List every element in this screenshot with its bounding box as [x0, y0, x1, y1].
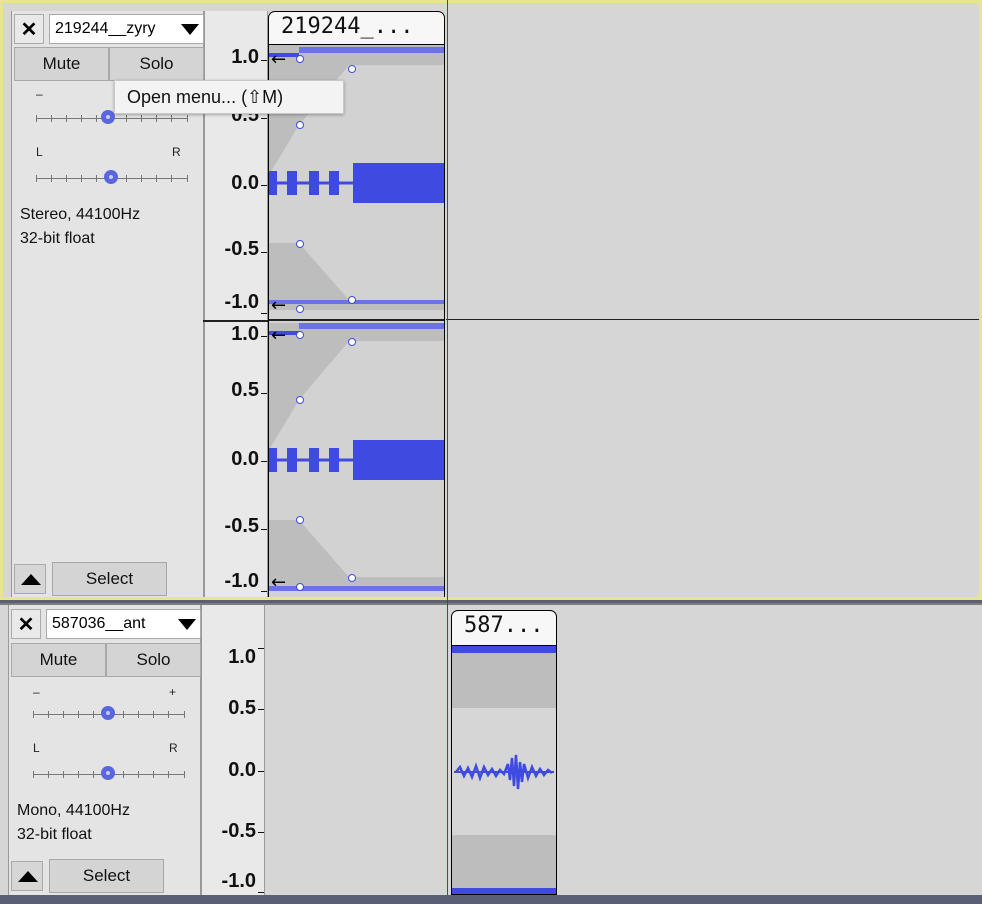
- ruler-label: -1.0: [224, 570, 259, 592]
- close-track-icon[interactable]: ✕: [11, 609, 41, 639]
- ruler-label: -0.5: [224, 515, 259, 537]
- gain-minus-label: –: [33, 685, 40, 699]
- mute-button[interactable]: Mute: [14, 47, 109, 81]
- format-bits: 32-bit float: [17, 826, 92, 843]
- gain-minus-label: –: [36, 87, 43, 101]
- audio-clip-587[interactable]: [451, 645, 557, 895]
- close-track-icon[interactable]: ✕: [14, 14, 44, 44]
- track-name-label: 587036__ant: [52, 615, 146, 632]
- svg-text:←: ←: [271, 295, 286, 316]
- collapse-track-button[interactable]: [14, 564, 46, 594]
- channel-divider: [203, 320, 269, 322]
- gain-knob[interactable]: [101, 110, 115, 124]
- format-rate: Stereo, 44100Hz: [20, 206, 141, 223]
- svg-text:←: ←: [271, 49, 286, 70]
- select-track-button[interactable]: Select: [52, 562, 167, 596]
- format-rate: Mono, 44100Hz: [17, 802, 130, 819]
- channel-divider-line: [446, 319, 979, 320]
- clip-title-219244[interactable]: 219244_...: [268, 11, 445, 45]
- ruler-label: 0.0: [231, 172, 259, 194]
- collapse-track-button[interactable]: [11, 861, 43, 891]
- ruler-label: 1.0: [231, 46, 259, 68]
- empty-track-area[interactable]: [265, 605, 982, 895]
- chevron-down-icon: [178, 619, 196, 630]
- track-2: ✕ 587036__ant Mute Solo – + L R Mono, 44…: [0, 603, 982, 895]
- gain-plus-label: +: [169, 685, 177, 699]
- gain-knob[interactable]: [101, 706, 115, 720]
- ruler-label: 0.0: [228, 759, 256, 781]
- pan-slider[interactable]: [33, 765, 185, 785]
- ruler-label: 0.0: [231, 448, 259, 470]
- pan-slider[interactable]: [36, 169, 188, 189]
- edit-cursor-line: [447, 0, 448, 895]
- pan-knob[interactable]: [101, 766, 115, 780]
- format-bits: 32-bit float: [20, 230, 95, 247]
- mute-button[interactable]: Mute: [11, 643, 106, 677]
- waveform-stereo: ← ← ← ←: [269, 45, 444, 593]
- chevron-down-icon: [181, 24, 199, 35]
- solo-button[interactable]: Solo: [106, 643, 201, 677]
- track-format-info: Mono, 44100Hz 32-bit float: [17, 799, 130, 847]
- ruler-label: 1.0: [228, 646, 256, 668]
- track-name-menu[interactable]: 219244__zyry: [49, 14, 204, 44]
- ruler-label: 0.5: [231, 379, 259, 401]
- solo-button[interactable]: Solo: [109, 47, 204, 81]
- ruler-label: -0.5: [221, 820, 256, 842]
- pan-right-label: R: [172, 145, 181, 159]
- track-2-vertical-ruler: 1.0 0.5 0.0 -0.5 -1.0: [201, 605, 265, 895]
- track-name-label: 219244__zyry: [55, 20, 156, 37]
- pan-left-label: L: [36, 145, 43, 159]
- track-name-menu[interactable]: 587036__ant: [46, 609, 201, 639]
- ruler-label: -0.5: [224, 238, 259, 260]
- empty-track-area[interactable]: [446, 11, 979, 597]
- audio-clip-219244[interactable]: ← ← ← ←: [268, 44, 445, 597]
- pan-knob[interactable]: [104, 170, 118, 184]
- ruler-label: 1.0: [231, 323, 259, 345]
- clip-title-587[interactable]: 587...: [451, 610, 557, 646]
- track-2-control-panel: ✕ 587036__ant Mute Solo – + L R Mono, 44…: [8, 605, 201, 895]
- ruler-label: 0.5: [228, 697, 256, 719]
- waveform-mono: [452, 646, 556, 894]
- track-format-info: Stereo, 44100Hz 32-bit float: [20, 203, 140, 251]
- ruler-label: -1.0: [224, 291, 259, 313]
- open-menu-tooltip: Open menu... (⇧M): [114, 80, 344, 114]
- pan-left-label: L: [33, 741, 40, 755]
- svg-text:←: ←: [271, 572, 286, 593]
- svg-text:←: ←: [271, 325, 286, 346]
- pan-right-label: R: [169, 741, 178, 755]
- ruler-label: -1.0: [221, 870, 256, 892]
- select-track-button[interactable]: Select: [49, 859, 164, 893]
- gain-slider[interactable]: [33, 705, 185, 725]
